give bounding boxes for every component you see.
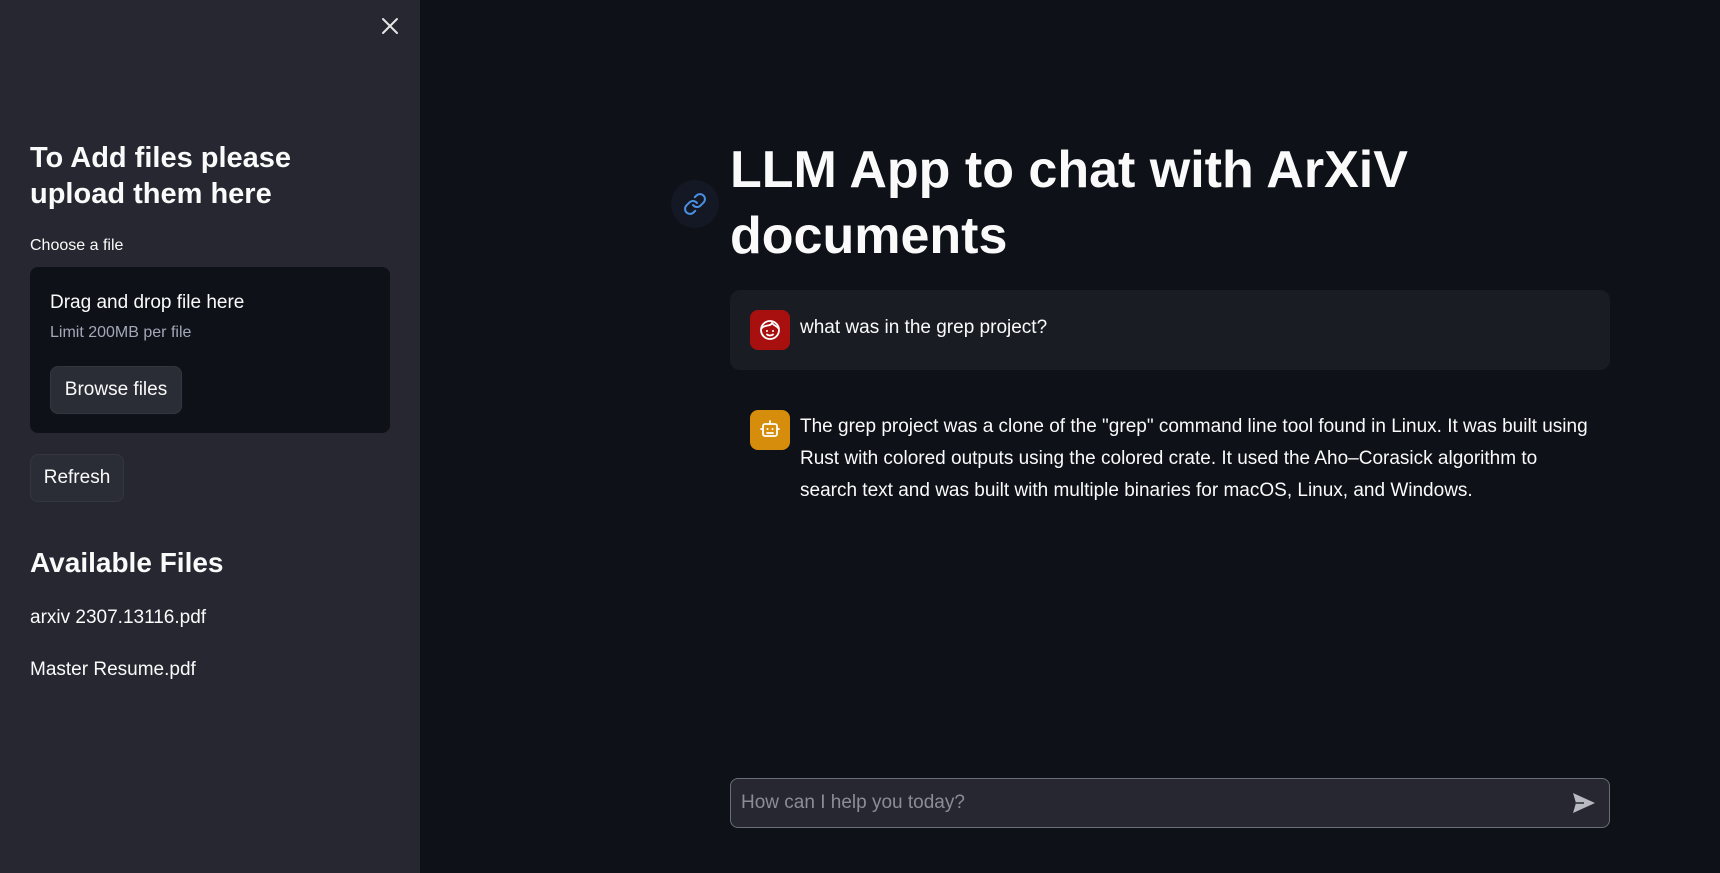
user-message-text: what was in the grep project?	[800, 317, 1048, 338]
send-icon	[1573, 793, 1595, 813]
file-item: Master Resume.pdf	[30, 659, 196, 680]
user-face-icon	[760, 320, 780, 340]
sidebar-heading: To Add files please upload them here	[30, 142, 292, 210]
chat-message-user: what was in the grep project?	[730, 290, 1610, 370]
chat-message-assistant: The grep project was a clone of the "gre…	[730, 395, 1610, 515]
page-title: LLM App to chat with ArXiV documents	[730, 141, 1408, 265]
close-sidebar-button[interactable]	[376, 12, 404, 40]
file-item: arxiv 2307.13116.pdf	[30, 607, 207, 628]
app-root: To Add files please upload them here Cho…	[0, 0, 1720, 873]
send-button[interactable]	[1571, 791, 1597, 815]
title-anchor-link[interactable]	[671, 180, 719, 228]
uploader-label: Choose a file	[30, 237, 124, 254]
link-icon	[684, 193, 706, 215]
chat-input[interactable]	[741, 779, 1541, 827]
available-files-heading: Available Files	[30, 547, 224, 578]
browse-files-button[interactable]: Browse files	[50, 366, 182, 414]
dropzone-limit: Limit 200MB per file	[50, 324, 192, 341]
dropzone-title: Drag and drop file here	[50, 292, 245, 313]
close-icon	[382, 18, 398, 34]
file-dropzone[interactable]: Drag and drop file here Limit 200MB per …	[30, 267, 390, 433]
refresh-button[interactable]: Refresh	[30, 454, 124, 502]
robot-icon	[760, 420, 780, 437]
assistant-avatar	[750, 410, 790, 450]
user-avatar	[750, 310, 790, 350]
sidebar: To Add files please upload them here Cho…	[0, 0, 420, 873]
assistant-message-text: The grep project was a clone of the "gre…	[800, 416, 1588, 501]
chat-input-container	[730, 778, 1610, 828]
